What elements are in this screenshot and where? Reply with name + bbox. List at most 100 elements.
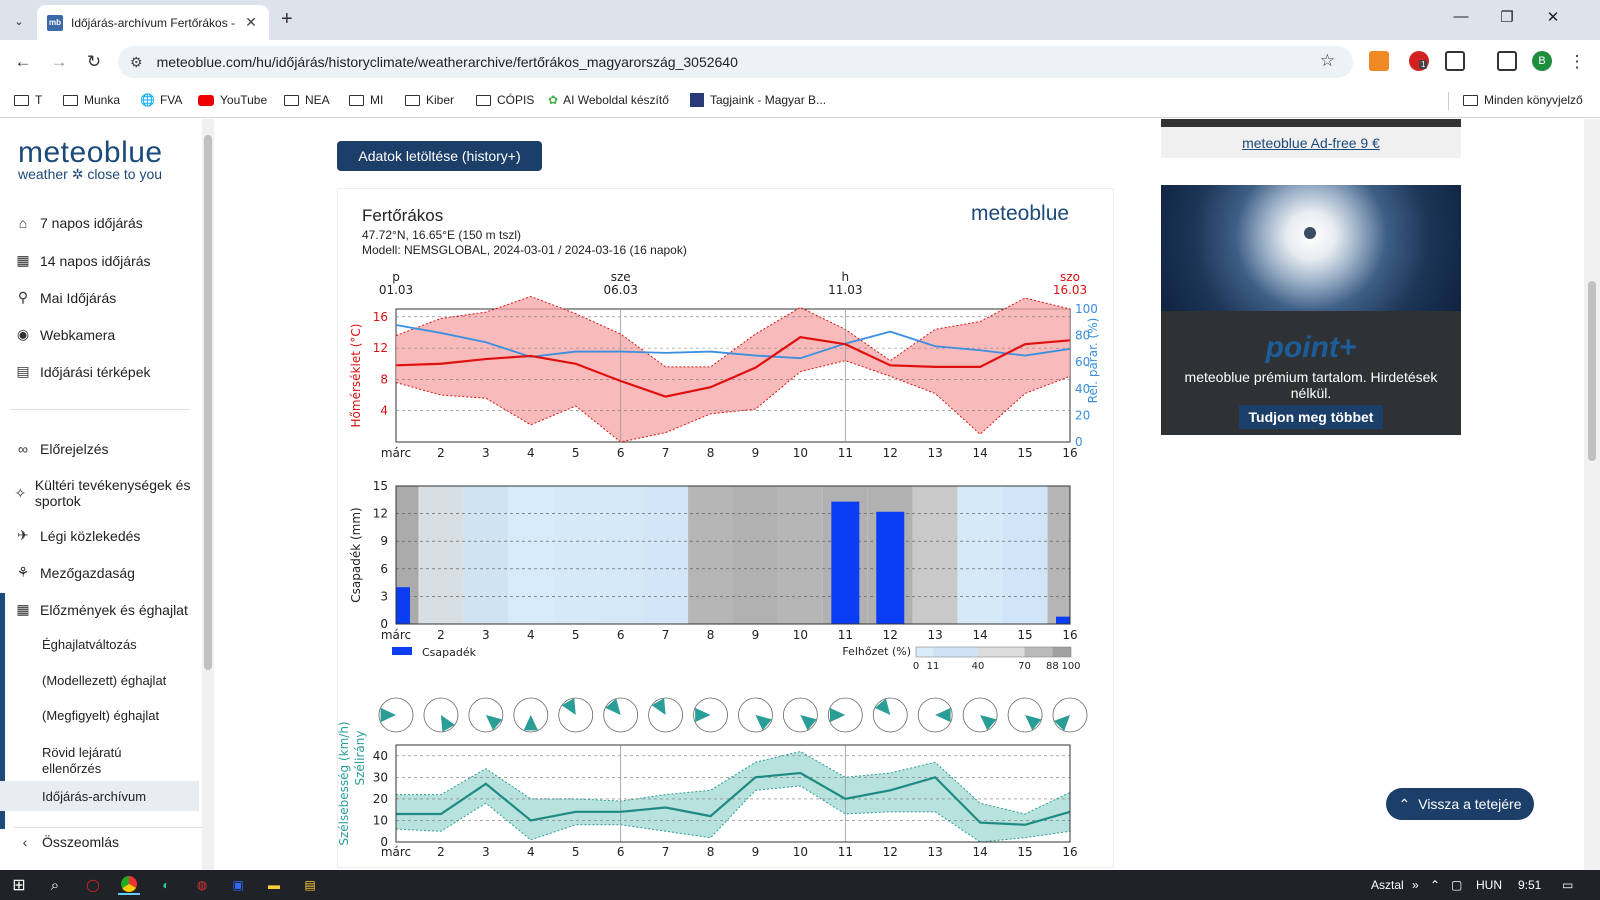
x-tick-label: 5 — [572, 446, 580, 460]
extension-block-icon[interactable]: 1 — [1409, 51, 1429, 71]
chevron-icon[interactable]: » — [1412, 878, 1419, 892]
sidebar-item-outdoor[interactable]: ✧ Kültéri tevékenységek és sportok — [12, 477, 192, 509]
sidebar-item-today[interactable]: ⚲ Mai Időjárás — [12, 289, 116, 306]
bookmark-t[interactable]: T — [14, 93, 42, 107]
sidebar-sub-climate-change[interactable]: Éghajlatváltozás — [0, 637, 199, 652]
sidebar-item-agriculture[interactable]: ⚘ Mezőgazdaság — [12, 564, 135, 581]
close-tab-icon[interactable]: ✕ — [243, 14, 259, 31]
new-tab-button[interactable]: + — [281, 8, 293, 31]
meteoblue-logo[interactable]: meteoblue weather ✲ close to you — [18, 136, 163, 183]
profile-avatar[interactable]: B — [1532, 51, 1552, 71]
close-window-button[interactable]: ✕ — [1538, 8, 1568, 26]
x-tick-label: 2 — [437, 446, 445, 460]
chrome-icon[interactable] — [118, 875, 140, 895]
active-tab[interactable]: mb Időjárás-archívum Fertőrákos - ✕ — [37, 5, 269, 40]
restore-button[interactable]: ❐ — [1492, 8, 1522, 26]
ai-icon: ✿ — [548, 93, 559, 107]
sidebar-scrollbar-thumb[interactable] — [204, 135, 212, 670]
forward-button[interactable]: → — [48, 52, 70, 72]
precip-bar — [876, 511, 905, 624]
x-tick-label: 4 — [527, 628, 535, 642]
binoculars-icon: ∞ — [18, 441, 28, 457]
clock[interactable]: 9:51 — [1518, 878, 1541, 892]
bookmark-nea[interactable]: NEA — [284, 93, 330, 107]
tray-device-icon[interactable]: ▢ — [1451, 878, 1462, 892]
back-to-top-button[interactable]: ⌃ Vissza a tetejére — [1386, 788, 1534, 820]
sidebar-collapse[interactable]: ‹ Összeomlás — [14, 827, 204, 850]
bookmark-fva[interactable]: 🌐 FVA — [140, 93, 182, 107]
menu-dots-icon[interactable]: ⋮ — [1566, 52, 1588, 72]
opera-icon[interactable]: ◯ — [82, 875, 104, 895]
language-indicator[interactable]: HUN — [1476, 878, 1502, 892]
wind-direction-dial — [603, 697, 639, 733]
cloud-cover-band — [418, 486, 464, 624]
reload-button[interactable]: ↻ — [83, 52, 105, 72]
page-scrollbar-thumb[interactable] — [1588, 281, 1596, 461]
address-bar[interactable]: ⚙ meteoblue.com/hu/időjárás/historyclima… — [118, 46, 1353, 78]
minimize-button[interactable]: — — [1446, 8, 1476, 25]
windows-start-icon[interactable]: ⊞ — [8, 875, 30, 895]
sidebar-scrollbar[interactable] — [202, 119, 214, 870]
learn-more-button[interactable]: Tudjon meg többet — [1239, 405, 1383, 429]
pointplus-ad[interactable]: point+ meteoblue prémium tartalom. Hirde… — [1161, 185, 1461, 435]
cloud-cover-band — [777, 486, 823, 624]
x-tick-label: 10 — [793, 628, 808, 642]
file-explorer-icon[interactable]: ▬ — [263, 875, 285, 895]
bookmark-tagjaink[interactable]: Tagjaink - Magyar B... — [690, 93, 826, 107]
wind-direction-dial — [423, 697, 459, 733]
bookmark-copis[interactable]: CÓPIS — [476, 93, 534, 107]
x-tick-label: 11 — [838, 628, 853, 642]
all-bookmarks[interactable]: Minden könyvjelző — [1463, 93, 1583, 107]
x-tick-label: 6 — [617, 446, 625, 460]
sticky-app-icon[interactable]: ▤ — [299, 875, 321, 895]
extension-chart-icon[interactable] — [1369, 51, 1389, 71]
page-scrollbar[interactable] — [1584, 119, 1600, 870]
notification-icon[interactable]: ▭ — [1562, 878, 1573, 892]
sidebar-sub-verification[interactable]: Rövid lejáratú ellenőrzés — [0, 745, 170, 777]
x-tick-label: 9 — [752, 628, 760, 642]
bookmark-mi[interactable]: MI — [349, 93, 383, 107]
bookmark-star-icon[interactable]: ☆ — [1320, 51, 1335, 71]
sidebar-sub-archive[interactable]: Időjárás-archívum — [0, 781, 199, 811]
download-data-button[interactable]: Adatok letöltése (history+) — [337, 141, 542, 171]
folder-icon — [349, 94, 364, 106]
sidebar-item-history[interactable]: ▦ Előzmények és éghajlat — [12, 601, 188, 618]
mail-icon[interactable]: ▣ — [227, 875, 249, 895]
sidebar-item-aviation[interactable]: ✈ Légi közlekedés — [12, 527, 140, 544]
humidity-axis-label: Rel. párar. (%) — [1086, 318, 1100, 404]
tray-up-icon[interactable]: ⌃ — [1430, 878, 1440, 892]
cloud-legend-label: Felhőzet (%) — [842, 645, 911, 658]
site-info-icon[interactable]: ⚙ — [130, 54, 143, 71]
sidebar-item-maps[interactable]: ▤ Időjárási térképek — [12, 363, 150, 380]
folder-icon — [405, 94, 420, 106]
search-icon[interactable]: ⌕ — [44, 875, 66, 895]
back-button[interactable]: ← — [12, 52, 34, 72]
x-tick-label: 10 — [793, 845, 808, 859]
adfree-link[interactable]: meteoblue Ad-free 9 € — [1161, 135, 1461, 151]
bookmark-youtube[interactable]: YouTube — [198, 93, 267, 107]
edge-icon[interactable]: ◐ — [155, 875, 177, 895]
desktop-label[interactable]: Asztal — [1371, 878, 1404, 892]
wind-tick-label: 20 — [373, 792, 388, 806]
bookmark-kiber[interactable]: Kiber — [405, 93, 454, 107]
cloud-legend-tick: 88 — [1046, 661, 1059, 672]
bookmark-ai-weboldal[interactable]: ✿ AI Weboldal készítő — [548, 93, 669, 107]
cloud-legend-segment — [978, 647, 1025, 657]
app-icon[interactable]: ◍ — [191, 875, 213, 895]
sidebar-sub-modelled[interactable]: (Modellezett) éghajlat — [0, 673, 199, 688]
folder-icon — [284, 94, 299, 106]
sidebar-item-14-day[interactable]: ▦ 14 napos időjárás — [12, 252, 150, 269]
side-panel-icon[interactable] — [1497, 51, 1517, 71]
x-tick-label: 3 — [482, 446, 490, 460]
ad-text: meteoblue prémium tartalom. Hirdetések n… — [1184, 369, 1438, 401]
extensions-puzzle-icon[interactable] — [1445, 51, 1465, 71]
hiker-icon: ✧ — [14, 485, 27, 501]
sidebar-item-forecast[interactable]: ∞ Előrejelzés — [12, 441, 108, 457]
x-tick-label: 12 — [883, 845, 898, 859]
bookmarks-bar: T Munka 🌐 FVA YouTube NEA MI Kiber CÓPIS … — [0, 84, 1600, 118]
bookmark-munka[interactable]: Munka — [63, 93, 120, 107]
sidebar-item-webcam[interactable]: ◉ Webkamera — [12, 326, 115, 343]
sidebar-sub-observed[interactable]: (Megfigyelt) éghajlat — [0, 708, 199, 723]
tab-search-button[interactable]: ⌄ — [8, 10, 30, 32]
sidebar-item-7-day[interactable]: ⌂ 7 napos időjárás — [12, 215, 143, 231]
